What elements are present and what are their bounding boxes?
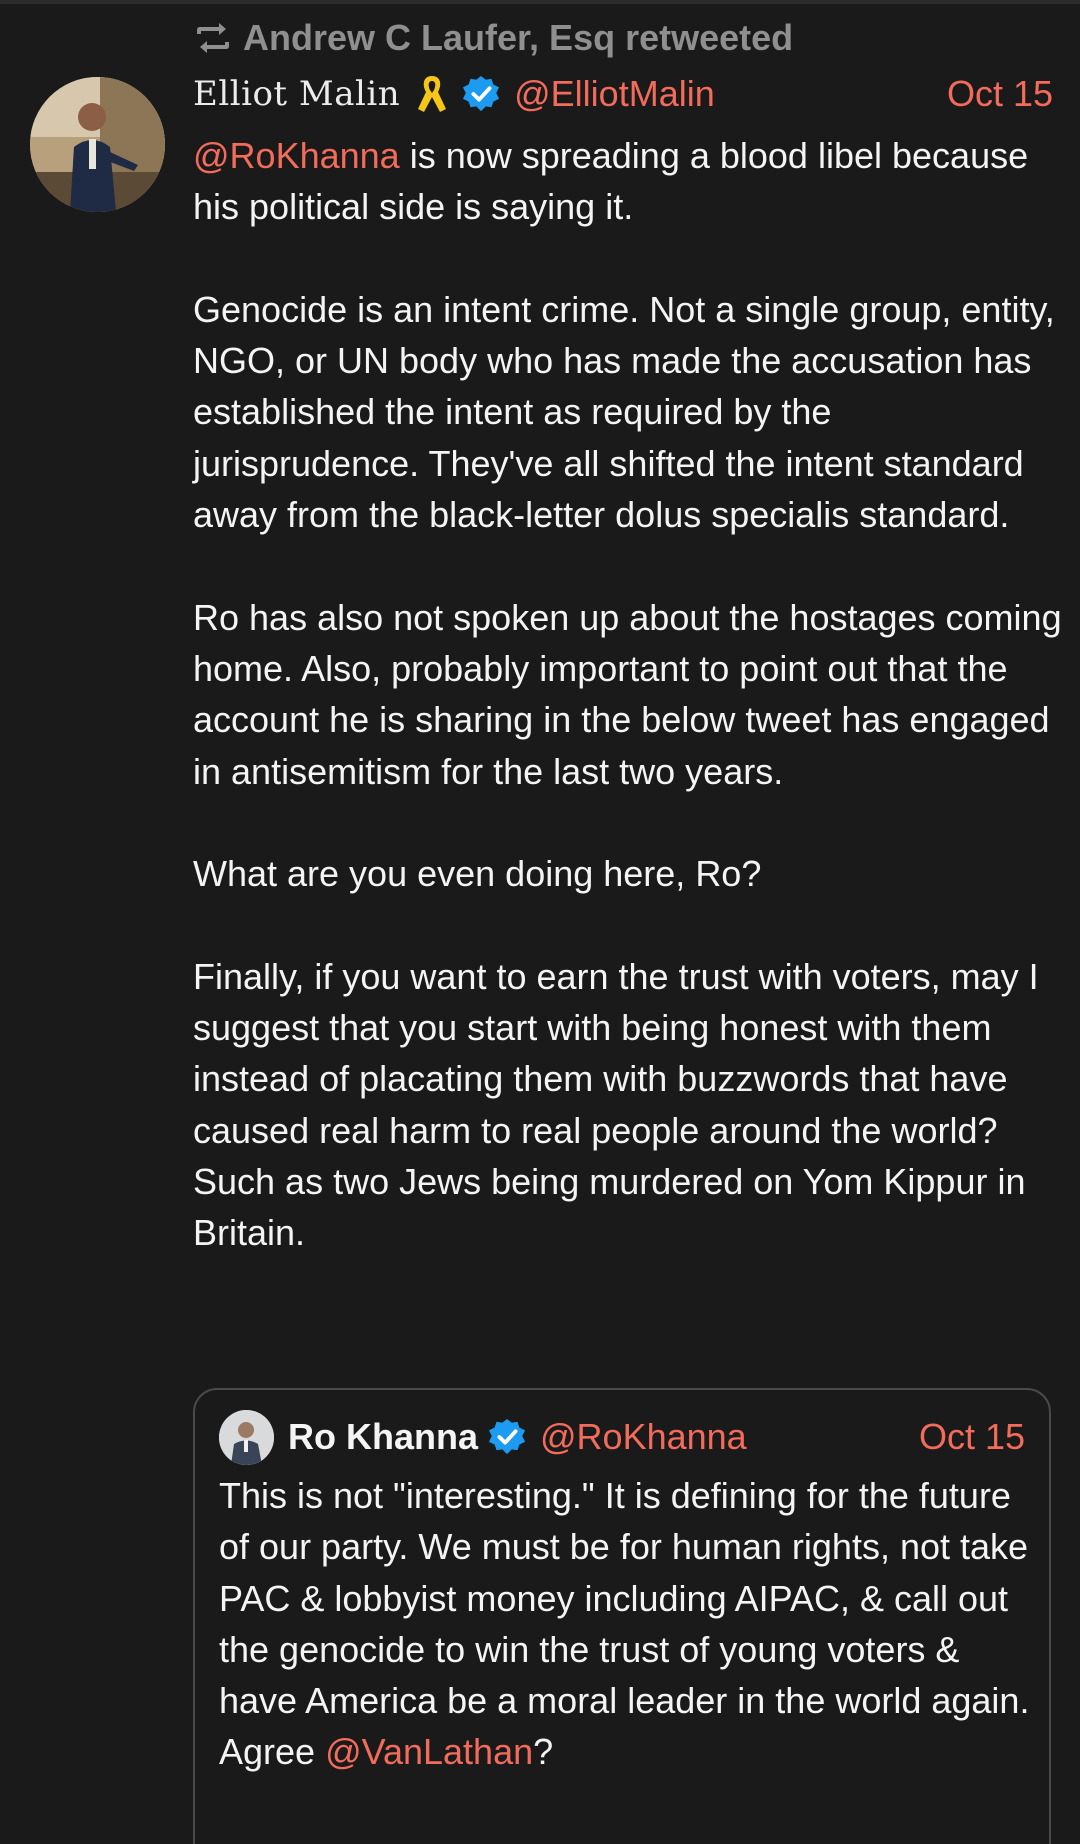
retweet-icon [197, 23, 229, 53]
tweet-paragraph: Genocide is an intent crime. Not a singl… [193, 288, 1055, 536]
quoted-avatar-image [219, 1409, 274, 1465]
quoted-suffix: ? [533, 1731, 554, 1773]
tweet-text: @RoKhanna is now spreading a blood libel… [193, 130, 1063, 1259]
avatar[interactable] [30, 77, 165, 212]
verified-badge-icon [463, 75, 500, 112]
verified-badge-icon [488, 1418, 526, 1455]
quoted-author-name[interactable]: Ro Khanna [288, 1416, 478, 1458]
quoted-tweet-text: This is not "interesting." It is definin… [219, 1470, 1039, 1778]
top-edge [0, 0, 1080, 4]
quoted-tweet-date[interactable]: Oct 15 [919, 1416, 1025, 1458]
author-name[interactable]: Elliot Malin [193, 74, 400, 114]
quoted-text: This is not "interesting." It is definin… [219, 1475, 1030, 1773]
retweet-indicator[interactable]: Andrew C Laufer, Esq retweeted [193, 16, 793, 60]
quoted-tweet-header: Ro Khanna @RoKhanna Oct 15 [219, 1408, 1025, 1466]
retweet-label: Andrew C Laufer, Esq retweeted [243, 17, 794, 58]
avatar-image [30, 77, 165, 212]
author-handle[interactable]: @ElliotMalin [514, 73, 715, 115]
tweet-paragraph: Finally, if you want to earn the trust w… [193, 955, 1039, 1254]
mention-link[interactable]: @RoKhanna [193, 135, 400, 176]
quoted-author-handle[interactable]: @RoKhanna [540, 1416, 747, 1458]
tweet-header: Elliot Malin @ElliotMalin Oct 15 [193, 70, 1053, 118]
tweet-paragraph: @RoKhanna is now spreading a blood libel… [193, 130, 1063, 233]
quoted-avatar[interactable] [219, 1409, 274, 1465]
tweet-paragraph: Ro has also not spoken up about the host… [193, 596, 1062, 792]
quoted-paragraph: This is not "interesting." It is definin… [219, 1470, 1039, 1778]
mention-link[interactable]: @VanLathan [325, 1731, 533, 1772]
quoted-tweet-card[interactable]: Ro Khanna @RoKhanna Oct 15 This is not "… [193, 1388, 1051, 1844]
yellow-ribbon-icon [418, 76, 447, 112]
tweet-date[interactable]: Oct 15 [947, 73, 1053, 115]
tweet-paragraph: What are you even doing here, Ro? [193, 853, 762, 895]
